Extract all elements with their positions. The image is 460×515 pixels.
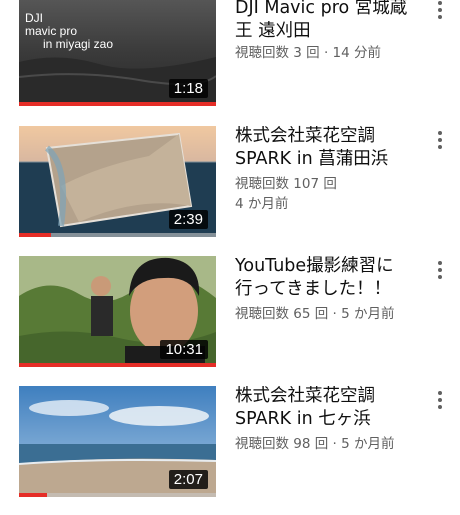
- video-title-line: 王 遠刈田: [235, 21, 311, 41]
- duration-badge: 10:31: [160, 340, 208, 359]
- video-thumbnail[interactable]: 2:07: [19, 386, 216, 497]
- video-title-line: 株式会社菜花空調: [235, 126, 375, 146]
- video-title-line: SPARK in 七ヶ浜: [235, 409, 371, 429]
- video-meta-line: 視聴回数 98 回 · 5 か月前: [235, 436, 395, 452]
- video-title[interactable]: 株式会社菜花空調 SPARK in 菖蒲田浜: [235, 125, 425, 171]
- video-meta-line: 視聴回数 65 回 · 5 か月前: [235, 306, 395, 322]
- video-title-line: 株式会社菜花空調: [235, 386, 375, 406]
- more-vert-icon[interactable]: [431, 130, 449, 156]
- watch-progress-fill: [19, 493, 47, 497]
- video-item[interactable]: DJI mavic pro in miyagi zao 1:18 DJI Mav…: [0, 0, 460, 115]
- watch-progress-fill: [19, 233, 51, 237]
- video-title[interactable]: YouTube撮影練習に 行ってきました！！: [235, 255, 425, 301]
- video-title-line: SPARK in 菖蒲田浜: [235, 149, 389, 169]
- video-title-line: 行ってきました！！: [235, 279, 392, 299]
- video-item[interactable]: 2:07 株式会社菜花空調 SPARK in 七ヶ浜 視聴回数 98 回 · 5…: [0, 386, 460, 498]
- video-thumbnail[interactable]: 10:31: [19, 256, 216, 367]
- more-vert-icon[interactable]: [431, 0, 449, 26]
- video-thumbnail[interactable]: DJI mavic pro in miyagi zao 1:18: [19, 0, 216, 106]
- video-item[interactable]: 10:31 YouTube撮影練習に 行ってきました！！ 視聴回数 65 回 ·…: [0, 256, 460, 368]
- video-meta: 視聴回数 98 回 · 5 か月前: [235, 434, 430, 454]
- overlay-line: in miyagi zao: [43, 37, 114, 51]
- video-thumbnail[interactable]: 2:39: [19, 126, 216, 237]
- duration-badge: 2:07: [168, 470, 208, 489]
- watch-progress-bar: [19, 493, 216, 497]
- watch-progress-bar: [19, 233, 216, 237]
- more-vert-icon[interactable]: [431, 260, 449, 286]
- watch-progress-fill: [19, 363, 216, 367]
- video-title-line: YouTube撮影練習に: [235, 256, 394, 276]
- video-title[interactable]: DJI Mavic pro 宮城蔵 王 遠刈田: [235, 0, 425, 43]
- watch-progress-bar: [19, 102, 216, 106]
- watch-progress-fill: [19, 102, 216, 106]
- video-meta-line: 視聴回数 3 回 · 14 分前: [235, 45, 382, 61]
- video-meta: 視聴回数 107 回 4 か月前: [235, 174, 430, 214]
- video-meta: 視聴回数 3 回 · 14 分前: [235, 43, 430, 63]
- video-title[interactable]: 株式会社菜花空調 SPARK in 七ヶ浜: [235, 385, 425, 431]
- video-meta: 視聴回数 65 回 · 5 か月前: [235, 304, 430, 324]
- watch-progress-bar: [19, 363, 216, 367]
- thumbnail-overlay-text: DJI mavic pro in miyagi zao: [25, 12, 113, 51]
- video-title-line: DJI Mavic pro 宮城蔵: [235, 0, 408, 18]
- duration-badge: 1:18: [168, 79, 208, 98]
- video-meta-line: 視聴回数 107 回: [235, 176, 337, 192]
- video-item[interactable]: 2:39 株式会社菜花空調 SPARK in 菖蒲田浜 視聴回数 107 回 4…: [0, 126, 460, 238]
- video-meta-line: 4 か月前: [235, 196, 289, 212]
- more-vert-icon[interactable]: [431, 390, 449, 416]
- duration-badge: 2:39: [168, 210, 208, 229]
